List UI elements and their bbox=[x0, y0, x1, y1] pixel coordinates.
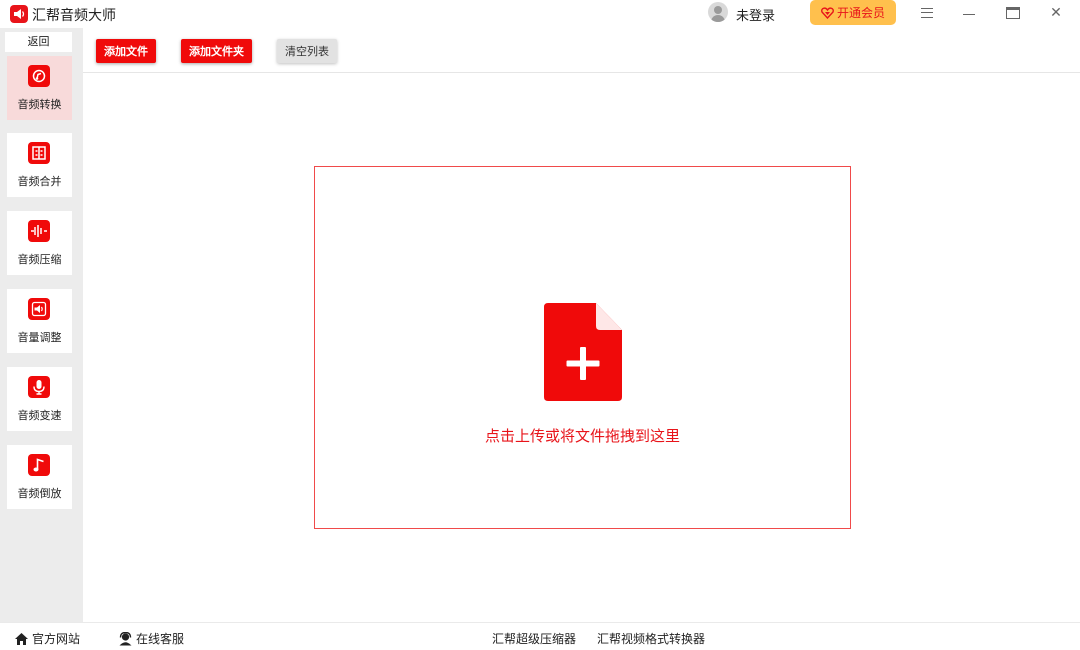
back-button[interactable]: 返回 bbox=[5, 32, 72, 52]
audio-convert-icon bbox=[28, 65, 50, 87]
sidebar-item-label: 音频合并 bbox=[17, 175, 62, 188]
home-icon bbox=[15, 632, 28, 645]
maximize-icon[interactable] bbox=[1002, 3, 1024, 23]
microphone-icon bbox=[28, 376, 50, 398]
sidebar-item-audio-reverse[interactable]: 音频倒放 bbox=[7, 445, 72, 509]
music-note-icon bbox=[28, 454, 50, 476]
app-title: 汇帮音频大师 bbox=[32, 8, 116, 24]
title-bar: 汇帮音频大师 未登录 开通会员 ✕ bbox=[0, 0, 1080, 28]
speaker-icon bbox=[10, 5, 28, 23]
online-support-link[interactable]: 在线客服 bbox=[118, 630, 184, 647]
menu-icon[interactable] bbox=[916, 3, 938, 23]
clear-list-button[interactable]: 清空列表 bbox=[277, 39, 337, 63]
website-label: 官方网站 bbox=[32, 632, 81, 646]
sidebar-item-label: 音频压缩 bbox=[17, 253, 62, 266]
close-icon[interactable]: ✕ bbox=[1045, 3, 1067, 23]
heart-diamond-icon bbox=[821, 6, 834, 19]
vip-label: 开通会员 bbox=[836, 6, 885, 20]
vip-button[interactable]: 开通会员 bbox=[810, 0, 896, 25]
sidebar-item-label: 音频倒放 bbox=[17, 487, 62, 500]
login-status[interactable]: 未登录 bbox=[736, 5, 775, 24]
support-agent-icon bbox=[119, 631, 132, 645]
sidebar: 返回 音频转换 音频合并 音频压缩 音量调整 音频变速 音频倒放 bbox=[0, 28, 83, 622]
file-plus-icon bbox=[544, 303, 622, 401]
file-drop-zone[interactable]: 点击上传或将文件拖拽到这里 bbox=[314, 166, 851, 529]
sidebar-item-audio-convert[interactable]: 音频转换 bbox=[7, 56, 72, 120]
volume-icon bbox=[28, 298, 50, 320]
drop-hint: 点击上传或将文件拖拽到这里 bbox=[484, 427, 680, 445]
video-converter-link[interactable]: 汇帮视频格式转换器 bbox=[597, 630, 705, 647]
sidebar-item-audio-speed[interactable]: 音频变速 bbox=[7, 367, 72, 431]
add-file-button[interactable]: 添加文件 bbox=[96, 39, 156, 63]
sidebar-item-volume[interactable]: 音量调整 bbox=[7, 289, 72, 353]
sidebar-item-label: 音频转换 bbox=[17, 98, 62, 111]
audio-merge-icon bbox=[28, 142, 50, 164]
toolbar: 添加文件 添加文件夹 清空列表 bbox=[83, 28, 1080, 73]
compressor-link[interactable]: 汇帮超级压缩器 bbox=[492, 630, 576, 647]
support-label: 在线客服 bbox=[136, 632, 185, 646]
sidebar-item-audio-merge[interactable]: 音频合并 bbox=[7, 133, 72, 197]
sidebar-item-label: 音量调整 bbox=[17, 331, 62, 344]
audio-compress-icon bbox=[28, 220, 50, 242]
user-avatar-icon[interactable] bbox=[708, 2, 728, 22]
sidebar-item-label: 音频变速 bbox=[17, 409, 62, 422]
official-website-link[interactable]: 官方网站 bbox=[14, 630, 80, 647]
add-folder-button[interactable]: 添加文件夹 bbox=[181, 39, 252, 63]
sidebar-item-audio-compress[interactable]: 音频压缩 bbox=[7, 211, 72, 275]
minimize-icon[interactable] bbox=[958, 3, 980, 23]
footer: 官方网站 在线客服 汇帮超级压缩器 汇帮视频格式转换器 bbox=[0, 622, 1080, 650]
